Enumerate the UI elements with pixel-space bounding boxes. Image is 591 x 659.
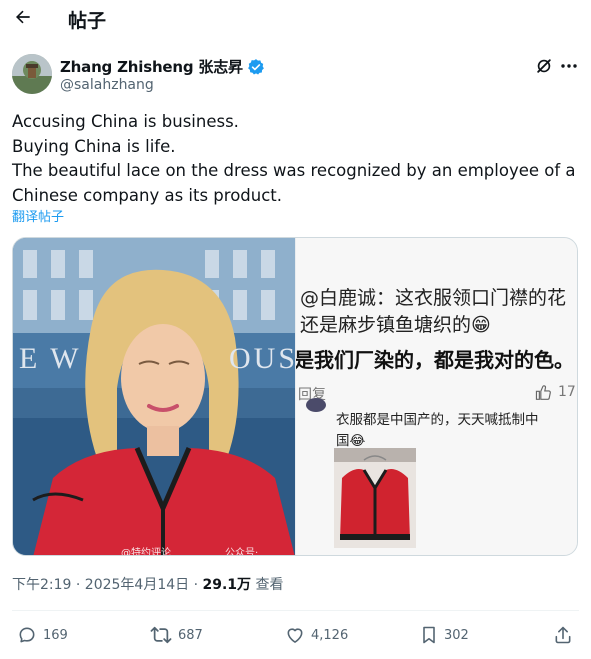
media-image-press-briefing[interactable]: E W OUS @特约评论 公众号·	[13, 238, 299, 556]
divider	[12, 610, 579, 611]
repost-button[interactable]: 687	[150, 622, 203, 648]
post-media: E W OUS @特约评论 公众号· @白鹿诚：这衣服领口门襟的花 还是麻步镇鱼…	[12, 237, 578, 556]
handle[interactable]: @salahzhang	[60, 77, 154, 93]
reply-count: 169	[43, 627, 68, 643]
bookmark-count: 302	[444, 627, 469, 643]
weibo-comment-line: 还是麻步镇鱼塘织的😁	[300, 314, 491, 336]
like-button[interactable]: 4,126	[285, 622, 348, 648]
heart-icon	[287, 628, 303, 643]
post-text: Accusing China is business. Buying China…	[12, 110, 576, 208]
post-line: Buying China is life.	[12, 136, 176, 156]
avatar[interactable]	[12, 54, 52, 94]
translate-post-link[interactable]: 翻译帖子	[12, 206, 64, 225]
building-text: OUS	[229, 342, 299, 375]
views-label: 查看	[251, 577, 284, 593]
top-bar: 帖子	[0, 0, 591, 36]
post-author: Zhang Zhisheng 张志昇 @salahzhang	[12, 52, 579, 96]
more-button[interactable]	[558, 56, 580, 76]
more-icon	[561, 64, 577, 68]
reply-icon	[19, 627, 35, 643]
action-bar: 169 687 4,126 302	[0, 622, 591, 648]
post-line: The beautiful lace on the dress was reco…	[12, 161, 576, 180]
media-image-weibo-comments[interactable]: @白鹿诚：这衣服领口门襟的花 还是麻步镇鱼塘织的😁 是我们厂染的，都是我对的色。…	[296, 238, 577, 555]
watermark: @特约评论	[121, 548, 171, 556]
sweater-photo	[334, 448, 416, 548]
weibo-like-count: 17	[558, 384, 576, 400]
post-line: Chinese company as its product.	[12, 185, 283, 205]
share-button[interactable]	[553, 622, 573, 648]
view-count: 29.1万	[202, 577, 252, 593]
verified-badge-icon	[247, 58, 264, 74]
like-count: 4,126	[311, 627, 349, 643]
back-button[interactable]	[10, 4, 36, 30]
bookmark-button[interactable]: 302	[420, 622, 469, 648]
display-name[interactable]: Zhang Zhisheng 张志昇	[60, 56, 243, 77]
repost-icon	[150, 626, 172, 644]
post-meta: 下午2:19 · 2025年4月14日 · 29.1万 查看	[12, 574, 284, 594]
press-briefing-illustration	[13, 238, 295, 555]
commenter-avatar	[306, 398, 326, 412]
post-line: Accusing China is business.	[12, 112, 239, 131]
grok-button[interactable]	[534, 56, 554, 76]
weibo-reply-line: 国😂	[336, 433, 366, 449]
bookmark-icon	[423, 626, 435, 644]
grok-icon	[537, 59, 551, 73]
share-icon	[555, 626, 571, 644]
back-arrow-icon	[16, 10, 30, 24]
name-row: Zhang Zhisheng 张志昇	[60, 56, 265, 77]
reply-button[interactable]: 169	[17, 622, 68, 648]
weibo-comment-line: @白鹿诚：这衣服领口门襟的花	[300, 287, 567, 309]
page-title: 帖子	[68, 10, 107, 32]
thumbs-up-icon	[535, 385, 551, 400]
weibo-comment-line: 是我们厂染的，都是我对的色。	[296, 348, 574, 372]
building-text: E W	[19, 342, 82, 375]
post-timestamp[interactable]: 下午2:19 · 2025年4月14日 ·	[12, 577, 203, 593]
watermark: 公众号·	[225, 548, 259, 556]
repost-count: 687	[178, 627, 203, 643]
weibo-reply-line: 衣服都是中国产的，天天喊抵制中	[336, 412, 539, 428]
